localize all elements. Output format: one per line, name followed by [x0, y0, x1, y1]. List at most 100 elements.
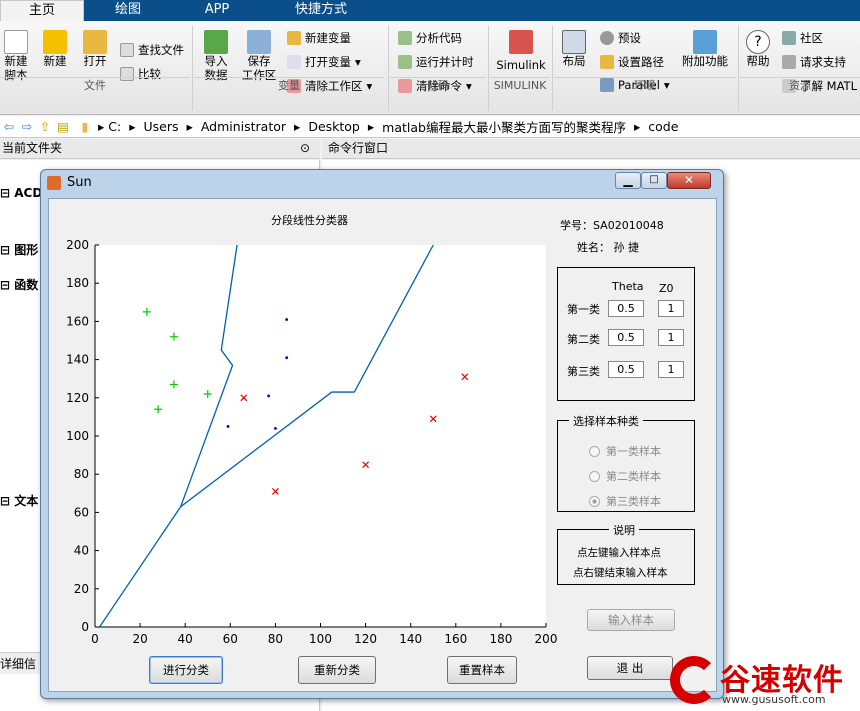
- figure-client-area: 分段线性分类器 0 20 40 60 80 100 120 140 160 180 200 0 20 40…: [48, 198, 717, 692]
- question-icon: ?: [746, 30, 770, 54]
- breadcrumb-item[interactable]: Administrator: [201, 119, 286, 134]
- analyze-code-button[interactable]: 分析代码: [398, 30, 462, 46]
- support-icon: [782, 55, 796, 69]
- panel-menu-icon[interactable]: ⊙: [300, 139, 310, 158]
- y-tick-label: 40: [74, 544, 89, 558]
- run-and-time-button[interactable]: 运行并计时: [398, 54, 474, 70]
- tab-home[interactable]: 主页: [0, 0, 84, 21]
- class1-theta-input[interactable]: 0.5: [608, 300, 644, 317]
- run-time-icon: [398, 55, 412, 69]
- radio-class2[interactable]: 第二类样本: [589, 468, 661, 484]
- radio-class3[interactable]: 第三类样本: [589, 493, 661, 509]
- instruction-line: 点左键输入样本点: [577, 547, 661, 559]
- request-support-button[interactable]: 请求支持: [782, 54, 846, 70]
- tree-node[interactable]: ⊟ 函数: [0, 276, 38, 293]
- back-arrow-icon[interactable]: ⇦: [0, 119, 18, 134]
- tab-apps[interactable]: APP: [172, 0, 262, 21]
- minimize-icon[interactable]: ▁: [615, 172, 641, 189]
- divider: [388, 26, 389, 111]
- tree-node[interactable]: ⊟ ACD: [0, 186, 42, 200]
- plot-area[interactable]: 0 20 40 60 80 100 120 140 160 180 200 0 20 40 60 80 100 1…: [49, 199, 569, 669]
- details-panel-header[interactable]: 详细信息: [0, 652, 40, 674]
- y-tick-label: 20: [74, 582, 89, 596]
- classify-button[interactable]: 进行分类: [149, 656, 223, 684]
- x-tick-label: 20: [132, 632, 147, 646]
- divider: [192, 26, 193, 111]
- z0-header: Z0: [659, 282, 674, 295]
- breadcrumb-item[interactable]: Desktop: [308, 119, 360, 134]
- current-folder-header: 当前文件夹 ⊙: [0, 139, 320, 159]
- x-tick-label: 180: [489, 632, 512, 646]
- class2-sample-point: [285, 318, 289, 321]
- group-file: 文件: [0, 77, 190, 93]
- tab-plots[interactable]: 绘图: [84, 0, 172, 21]
- y-tick-label: 160: [66, 314, 89, 328]
- input-samples-button[interactable]: 输入样本: [587, 609, 675, 631]
- sample-group-title: 选择样本种类: [569, 413, 643, 429]
- find-files-button[interactable]: 查找文件: [120, 42, 184, 58]
- x-tick-label: 60: [223, 632, 238, 646]
- group-simulink: SIMULINK: [490, 77, 550, 93]
- class2-theta-input[interactable]: 0.5: [608, 329, 644, 346]
- folder-icon: [83, 30, 107, 54]
- save-workspace-button[interactable]: 保存 工作区: [240, 30, 278, 82]
- y-tick-label: 0: [81, 620, 89, 634]
- reset-samples-button[interactable]: 重置样本: [447, 656, 517, 684]
- class3-label: 第三类: [567, 365, 600, 378]
- reclassify-button[interactable]: 重新分类: [298, 656, 376, 684]
- class3-theta-input[interactable]: 0.5: [608, 361, 644, 378]
- simulink-icon: [509, 30, 533, 54]
- save-icon: [247, 30, 271, 54]
- radio-class1[interactable]: 第一类样本: [589, 443, 661, 459]
- open-variable-button[interactable]: 打开变量 ▾: [287, 54, 361, 70]
- forward-arrow-icon[interactable]: ⇨: [18, 119, 36, 134]
- folder-icon: ▮: [81, 119, 89, 134]
- gear-icon: [600, 31, 614, 45]
- y-tick-label: 200: [66, 238, 89, 252]
- y-tick-label: 100: [66, 429, 89, 443]
- breadcrumb-item[interactable]: Users: [144, 119, 179, 134]
- group-environment: 环境: [554, 77, 736, 93]
- up-folder-icon[interactable]: ⇧: [36, 119, 54, 134]
- axes-background: [95, 245, 546, 627]
- preferences-button[interactable]: 预设: [600, 30, 641, 46]
- breadcrumb-item[interactable]: matlab编程最大最小聚类方面写的聚类程序: [382, 117, 626, 136]
- tree-node[interactable]: ⊟ 图形: [0, 241, 38, 258]
- set-path-button[interactable]: 设置路径: [600, 54, 664, 70]
- maximize-icon[interactable]: □: [641, 172, 667, 189]
- breadcrumb-arrow-icon: ▸: [186, 119, 193, 134]
- close-icon[interactable]: ✕: [667, 172, 711, 189]
- new-variable-button[interactable]: 新建变量: [287, 30, 351, 46]
- new-button[interactable]: 新建: [38, 30, 72, 68]
- import-data-button[interactable]: 导入 数据: [200, 30, 232, 82]
- new-script-button[interactable]: 新建 脚本: [0, 30, 32, 82]
- class1-z0-input[interactable]: 1: [658, 300, 684, 317]
- radio-selected-icon: [589, 495, 600, 507]
- y-tick-label: 60: [74, 505, 89, 519]
- exit-button[interactable]: 退 出: [587, 656, 673, 680]
- help-button[interactable]: ? 帮助: [742, 30, 774, 68]
- tree-node[interactable]: ⊟ 文本: [0, 492, 38, 509]
- x-tick-label: 160: [444, 632, 467, 646]
- open-variable-icon: [287, 55, 301, 69]
- import-icon: [204, 30, 228, 54]
- addons-button[interactable]: 附加功能: [680, 30, 730, 68]
- breadcrumb-item[interactable]: code: [648, 119, 678, 134]
- class3-z0-input[interactable]: 1: [658, 361, 684, 378]
- breadcrumb-item[interactable]: C:: [108, 119, 121, 134]
- breadcrumb-arrow-icon: ▸: [98, 119, 105, 134]
- layout-button[interactable]: 布局: [558, 30, 590, 68]
- x-tick-label: 140: [399, 632, 422, 646]
- analyze-icon: [398, 31, 412, 45]
- breadcrumb-arrow-icon: ▸: [367, 119, 375, 134]
- simulink-button[interactable]: Simulink: [494, 30, 548, 72]
- community-button[interactable]: 社区: [782, 30, 823, 46]
- open-button[interactable]: 打开: [78, 30, 112, 68]
- class2-z0-input[interactable]: 1: [658, 329, 684, 346]
- class2-label: 第二类: [567, 333, 600, 346]
- figure-window: Sun ▁ □ ✕ 分段线性分类器 0 20 40 60 80 100 120 140 160 1…: [40, 169, 724, 699]
- browse-folder-icon[interactable]: ▤: [54, 119, 72, 134]
- tab-shortcuts[interactable]: 快捷方式: [262, 0, 380, 21]
- class2-sample-point: [226, 425, 230, 428]
- class1-label: 第一类: [567, 303, 600, 316]
